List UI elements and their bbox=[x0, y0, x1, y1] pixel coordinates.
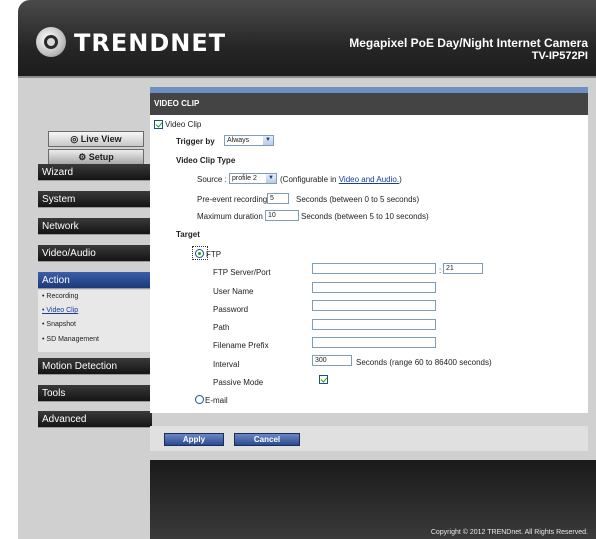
path-label: Path bbox=[213, 323, 230, 332]
camera-icon: ◎ bbox=[70, 134, 81, 144]
source-hint-end: ) bbox=[399, 175, 402, 184]
passive-mode-label: Passive Mode bbox=[213, 378, 264, 387]
video-audio-link[interactable]: Video and Audio. bbox=[339, 175, 399, 184]
panel-title: VIDEO CLIP bbox=[150, 93, 588, 115]
sidebar-item-action[interactable]: Action bbox=[38, 272, 152, 289]
sidebar-item-video-audio[interactable]: Video/Audio bbox=[38, 245, 152, 262]
filename-prefix-input[interactable] bbox=[312, 337, 436, 348]
sidebar-item-motion-detection[interactable]: Motion Detection bbox=[38, 358, 152, 375]
video-clip-label: Video Clip bbox=[165, 120, 202, 129]
ftp-radio[interactable] bbox=[195, 249, 204, 258]
source-value: profile 2 bbox=[232, 175, 257, 182]
product-model: TV-IP572PI bbox=[531, 50, 588, 62]
source-label: Source : bbox=[197, 175, 227, 184]
source-hint: (Configurable in Video and Audio.) bbox=[280, 175, 402, 184]
sidebar-item-advanced[interactable]: Advanced bbox=[38, 411, 152, 428]
chevron-down-icon: ▼ bbox=[266, 174, 276, 183]
setup-button[interactable]: ⚙ Setup bbox=[48, 149, 144, 165]
ftp-port-input[interactable]: 21 bbox=[443, 263, 483, 274]
sidebar-item-network[interactable]: Network bbox=[38, 218, 152, 235]
interval-input[interactable]: 300 bbox=[312, 355, 352, 366]
copyright-text: Copyright © 2012 TRENDnet. All Rights Re… bbox=[430, 529, 588, 536]
header-divider bbox=[18, 76, 596, 78]
trigger-by-label: Trigger by bbox=[176, 137, 215, 146]
cancel-button[interactable]: Cancel bbox=[234, 433, 300, 446]
password-input[interactable] bbox=[312, 300, 436, 311]
pre-event-input[interactable]: 5 bbox=[267, 193, 289, 204]
source-hint-text: (Configurable in bbox=[280, 175, 337, 184]
ftp-server-label: FTP Server/Port bbox=[213, 268, 271, 277]
apply-button[interactable]: Apply bbox=[164, 433, 224, 446]
pre-event-hint: Seconds (between 0 to 5 seconds) bbox=[296, 195, 420, 204]
ftp-server-input[interactable] bbox=[312, 263, 436, 274]
user-name-input[interactable] bbox=[312, 282, 436, 293]
video-clip-form: Video Clip Trigger by Always ▼ Video Cli… bbox=[150, 115, 588, 413]
user-name-label: User Name bbox=[213, 287, 254, 296]
action-bar: Apply Cancel bbox=[150, 426, 588, 451]
product-name: Megapixel PoE Day/Night Internet Camera bbox=[349, 36, 588, 50]
password-label: Password bbox=[213, 305, 249, 314]
interval-hint: Seconds (range 60 to 86400 seconds) bbox=[356, 358, 492, 367]
submenu-snapshot[interactable]: • Snapshot bbox=[42, 321, 76, 328]
submenu-sd-management[interactable]: • SD Management bbox=[42, 336, 99, 343]
port-separator: : bbox=[439, 266, 442, 275]
target-label: Target bbox=[176, 230, 200, 239]
email-label: E-mail bbox=[205, 396, 228, 405]
interval-label: Interval bbox=[213, 360, 240, 369]
page-frame: TRENDNET Megapixel PoE Day/Night Interne… bbox=[18, 0, 596, 539]
live-view-label: Live View bbox=[80, 134, 122, 144]
source-select[interactable]: profile 2 ▼ bbox=[229, 173, 277, 184]
max-duration-hint: Seconds (between 5 to 10 seconds) bbox=[301, 212, 429, 221]
logo-text: TRENDNET bbox=[74, 29, 227, 57]
trigger-by-select[interactable]: Always ▼ bbox=[224, 135, 274, 146]
submenu-recording[interactable]: • Recording bbox=[42, 293, 78, 300]
ftp-label: FTP bbox=[206, 250, 222, 259]
submenu-video-clip[interactable]: • Video Clip bbox=[42, 307, 78, 314]
email-radio[interactable] bbox=[195, 395, 204, 404]
video-clip-checkbox[interactable] bbox=[154, 120, 163, 129]
sidebar-item-wizard[interactable]: Wizard bbox=[38, 164, 152, 181]
trigger-by-value: Always bbox=[227, 137, 250, 144]
footer-area: Copyright © 2012 TRENDnet. All Rights Re… bbox=[150, 460, 596, 539]
passive-mode-checkbox[interactable] bbox=[319, 375, 328, 384]
video-clip-type-label: Video Clip Type bbox=[176, 156, 236, 165]
pre-event-label: Pre-event recording bbox=[197, 195, 268, 204]
live-view-button[interactable]: ◎ Live View bbox=[48, 131, 144, 147]
action-submenu: • Recording • Video Clip • Snapshot • SD… bbox=[38, 290, 152, 352]
setup-label: Setup bbox=[88, 152, 114, 162]
sidebar-item-tools[interactable]: Tools bbox=[38, 385, 152, 402]
max-duration-label: Maximum duration bbox=[197, 212, 263, 221]
filename-prefix-label: Filename Prefix bbox=[213, 341, 269, 350]
trendnet-logo-icon bbox=[36, 27, 66, 57]
max-duration-input[interactable]: 10 bbox=[265, 210, 299, 221]
gear-icon: ⚙ bbox=[78, 152, 89, 162]
chevron-down-icon: ▼ bbox=[263, 136, 273, 145]
path-input[interactable] bbox=[312, 319, 436, 330]
sidebar-item-system[interactable]: System bbox=[38, 191, 152, 208]
